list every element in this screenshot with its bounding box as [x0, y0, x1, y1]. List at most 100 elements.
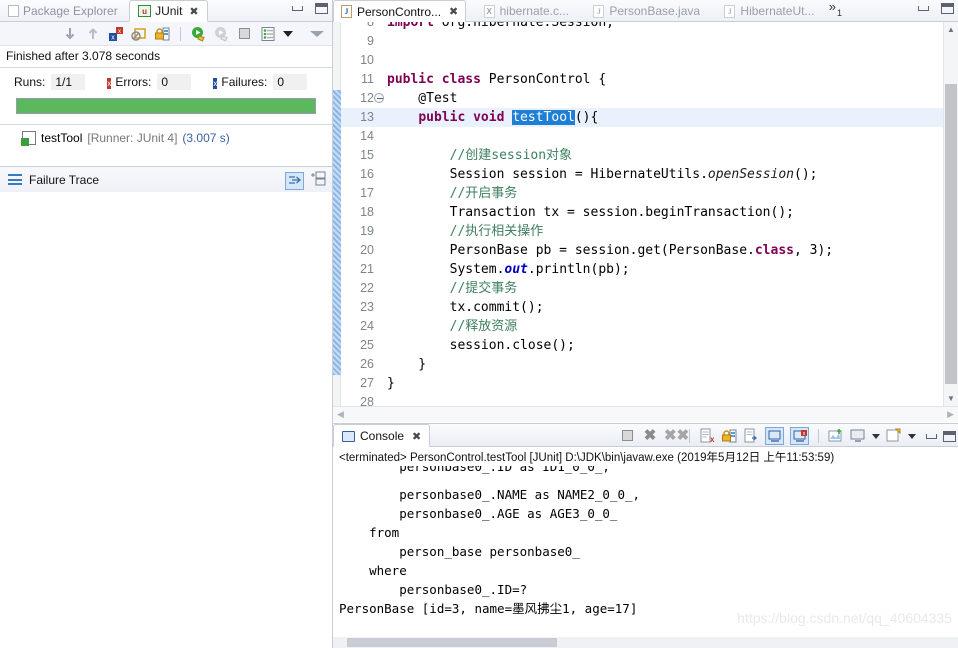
- view-tab-package-explorer[interactable]: Package Explorer: [0, 0, 126, 22]
- scroll-left-icon[interactable]: ◀: [337, 409, 344, 420]
- line-number: 13: [360, 110, 374, 124]
- line-number: 8: [367, 22, 374, 29]
- code-line[interactable]: 25 session.close();: [341, 336, 943, 355]
- code-line[interactable]: 15 //创建session对象: [341, 146, 943, 165]
- editor-and-console-area: J PersonContro... ✖ X hibernate.c... J P…: [333, 0, 958, 648]
- close-icon[interactable]: ✖: [412, 430, 421, 443]
- previous-failure-icon[interactable]: [85, 26, 101, 42]
- left-panel-tabrow: Package Explorer u JUnit ✖: [0, 0, 332, 22]
- maximize-icon[interactable]: [941, 3, 954, 14]
- pin-console-icon[interactable]: [828, 428, 844, 444]
- scroll-down-icon[interactable]: ▼: [944, 391, 958, 406]
- console-line: PersonBase [id=3, name=墨风拂尘1, age=17]: [339, 601, 638, 616]
- scroll-up-icon[interactable]: ▲: [944, 22, 958, 37]
- test-run-history-icon[interactable]: [260, 26, 276, 42]
- code-line[interactable]: 27}: [341, 374, 943, 393]
- code-line[interactable]: 22 //提交事务: [341, 279, 943, 298]
- code-text: @Test: [387, 91, 458, 106]
- code-editor[interactable]: 8 import org.hibernate.Session; 9 10 11 publi…: [333, 22, 958, 422]
- show-console-on-output-icon[interactable]: [765, 427, 784, 445]
- code-line[interactable]: 11 public class PersonControl {: [341, 70, 943, 89]
- editor-horizontal-scrollbar[interactable]: ◀ ▶: [333, 406, 958, 422]
- scroll-lock-icon[interactable]: [721, 428, 737, 444]
- toolbar-separator: [689, 429, 690, 443]
- console-icon: [342, 430, 355, 442]
- code-line[interactable]: 14: [341, 127, 943, 146]
- editor-vertical-scrollbar[interactable]: ▲ ▼: [943, 22, 958, 406]
- editor-tab-personcontrol[interactable]: J PersonContro... ✖: [333, 0, 467, 22]
- show-console-on-error-icon[interactable]: x: [790, 427, 809, 445]
- next-failure-icon[interactable]: [62, 26, 78, 42]
- open-console-icon[interactable]: [886, 428, 902, 444]
- junit-progress-bar: [16, 98, 316, 114]
- code-text: tx.commit();: [387, 300, 544, 315]
- scroll-right-icon[interactable]: ▶: [947, 409, 954, 420]
- console-horizontal-scrollbar[interactable]: [333, 637, 958, 648]
- console-line: personbase0_.AGE as AGE3_0_0_: [339, 506, 618, 521]
- rerun-test-icon[interactable]: [191, 26, 207, 42]
- view-menu-icon[interactable]: [310, 171, 326, 190]
- code-line[interactable]: 26 }: [341, 355, 943, 374]
- test-tree-item[interactable]: testTool [Runner: JUnit 4] (3.007 s): [21, 131, 332, 146]
- editor-tab-personbase[interactable]: J PersonBase.java: [579, 0, 707, 22]
- fold-collapse-icon[interactable]: [374, 93, 384, 103]
- package-explorer-icon: [8, 5, 19, 17]
- remove-all-terminated-icon[interactable]: ✖✖: [664, 428, 689, 444]
- minimize-icon[interactable]: [918, 6, 929, 11]
- junit-counters-panel: Runs: 1/1 x Errors: 0 x Failures: 0: [0, 67, 332, 124]
- view-tab-junit[interactable]: u JUnit ✖: [129, 0, 208, 22]
- rerun-failed-icon[interactable]: [214, 26, 230, 42]
- test-passed-icon: [21, 131, 36, 146]
- lock-scroll-icon[interactable]: [154, 26, 170, 42]
- code-line[interactable]: 21 System.out.println(pb);: [341, 260, 943, 279]
- code-line[interactable]: 9: [341, 32, 943, 51]
- open-console-menu-icon[interactable]: [908, 433, 916, 439]
- minimize-icon[interactable]: [926, 433, 937, 439]
- stop-icon[interactable]: [237, 26, 253, 42]
- filter-stack-trace-icon[interactable]: [285, 171, 304, 190]
- code-line[interactable]: 20 PersonBase pb = session.get(PersonBas…: [341, 241, 943, 260]
- maximize-icon[interactable]: [943, 430, 956, 442]
- code-line[interactable]: 18 Transaction tx = session.beginTransac…: [341, 203, 943, 222]
- stop-on-error-icon[interactable]: [131, 26, 147, 42]
- display-selected-console-icon[interactable]: [850, 428, 866, 444]
- view-menu-icon[interactable]: [283, 26, 293, 42]
- failure-trace-header: Failure Trace: [0, 166, 332, 192]
- display-selected-console-menu-icon[interactable]: [872, 433, 880, 439]
- junit-test-tree: testTool [Runner: JUnit 4] (3.007 s): [0, 124, 332, 166]
- editor-vscroll-thumb[interactable]: [945, 84, 957, 384]
- close-icon[interactable]: ✖: [449, 5, 458, 18]
- code-line[interactable]: 23 tx.commit();: [341, 298, 943, 317]
- minimize-icon[interactable]: [292, 6, 303, 11]
- code-lines[interactable]: 8 import org.hibernate.Session; 9 10 11 publi…: [341, 22, 943, 422]
- maximize-icon[interactable]: [315, 3, 328, 14]
- failure-trace-label: Failure Trace: [29, 172, 100, 187]
- code-line[interactable]: 8 import org.hibernate.Session;: [341, 22, 943, 32]
- clear-console-icon[interactable]: x: [699, 428, 715, 444]
- code-line[interactable]: 10: [341, 51, 943, 70]
- code-line[interactable]: 12 @Test: [341, 89, 943, 108]
- close-icon[interactable]: ✖: [189, 5, 198, 18]
- svg-text:x: x: [118, 29, 121, 35]
- editor-tab-hibernateutils[interactable]: J HibernateUt...: [710, 0, 821, 22]
- code-line[interactable]: 24 //释放资源: [341, 317, 943, 336]
- line-number: 23: [360, 300, 374, 314]
- line-number: 20: [360, 243, 374, 257]
- view-tab-label: JUnit: [155, 4, 183, 18]
- code-line[interactable]: 13 public void testTool(){: [341, 108, 943, 127]
- editor-tab-hibernate-cfg[interactable]: X hibernate.c...: [470, 0, 576, 22]
- terminate-icon[interactable]: [620, 428, 636, 444]
- console-output[interactable]: personbase0_.ID as ID1_0_0_, personbase0…: [333, 466, 958, 648]
- svg-text:x: x: [710, 435, 715, 444]
- code-line[interactable]: 16 Session session = HibernateUtils.open…: [341, 165, 943, 184]
- word-wrap-icon[interactable]: [743, 428, 759, 444]
- code-text: }: [387, 376, 395, 391]
- minimize-view-icon[interactable]: [310, 26, 324, 42]
- code-line[interactable]: 19 //执行相关操作: [341, 222, 943, 241]
- code-line[interactable]: 17 //开启事务: [341, 184, 943, 203]
- junit-icon: u: [138, 5, 152, 17]
- console-hscroll-thumb[interactable]: [347, 638, 557, 647]
- show-failures-only-icon[interactable]: x x: [108, 26, 124, 42]
- console-tab[interactable]: Console ✖: [333, 424, 431, 447]
- remove-launch-icon[interactable]: ✖: [642, 428, 658, 444]
